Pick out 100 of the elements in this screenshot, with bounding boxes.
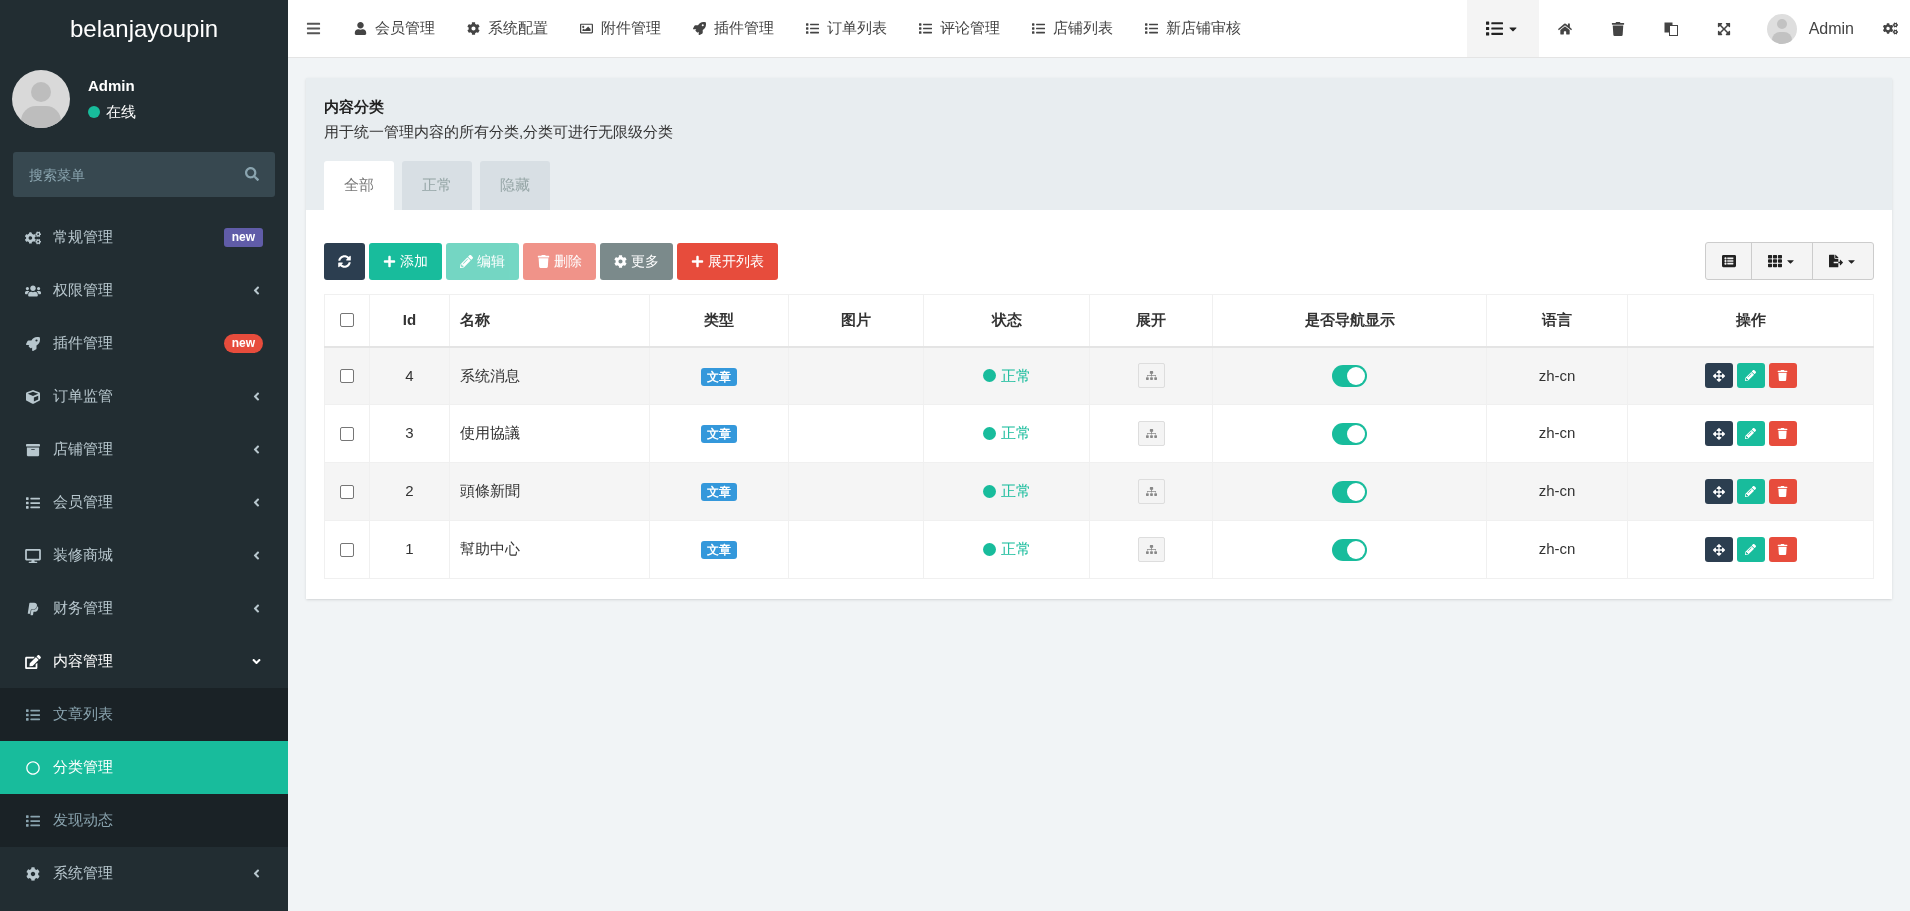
gear-icon xyxy=(467,22,480,35)
trash-icon xyxy=(1611,21,1626,36)
gear-icon xyxy=(25,866,41,881)
new-badge: new xyxy=(223,334,263,353)
drag-button[interactable] xyxy=(1704,479,1733,504)
delete-row-button[interactable] xyxy=(1768,421,1797,446)
checkbox[interactable] xyxy=(340,484,354,499)
sidebar-item[interactable]: 常规管理 new xyxy=(0,211,288,264)
table-cell: zh-cn xyxy=(1538,540,1576,558)
column-header: 展开 xyxy=(1136,311,1166,328)
trash-icon xyxy=(1777,428,1788,439)
users-icon xyxy=(25,283,41,298)
sitemap-icon xyxy=(1145,428,1157,439)
top-nav-link[interactable]: 会员管理 xyxy=(338,0,451,57)
pencil-icon xyxy=(1745,486,1756,497)
drag-button[interactable] xyxy=(1704,537,1733,562)
rocket-icon xyxy=(693,22,706,35)
delete-row-button[interactable] xyxy=(1768,363,1797,389)
nav-toggle-switch[interactable] xyxy=(1332,538,1367,561)
checkbox[interactable] xyxy=(340,368,354,383)
sidebar-item[interactable]: 插件管理 new xyxy=(0,317,288,370)
table-cell: 使用協議 xyxy=(460,424,520,442)
status-text: 正常 xyxy=(1000,365,1031,386)
new-badge: new xyxy=(223,228,263,247)
table-cell: 1 xyxy=(405,540,414,558)
top-nav-link[interactable]: 附件管理 xyxy=(564,0,677,57)
sidebar-item[interactable]: 权限管理 xyxy=(0,264,288,317)
user-icon xyxy=(354,22,367,35)
top-nav-link[interactable]: 订单列表 xyxy=(790,0,903,57)
trash-icon xyxy=(1777,370,1788,382)
cube-icon xyxy=(25,389,41,404)
list-icon xyxy=(25,707,41,722)
type-badge: 文章 xyxy=(701,367,737,386)
sidebar-item[interactable]: 财务管理 xyxy=(0,582,288,635)
column-header: 类型 xyxy=(704,311,734,328)
drag-button[interactable] xyxy=(1704,421,1733,446)
refresh-icon xyxy=(338,254,351,268)
move-icon xyxy=(1712,543,1725,556)
filter-tab[interactable]: 全部 xyxy=(324,161,394,210)
type-badge: 文章 xyxy=(701,483,737,502)
status-text: 正常 xyxy=(1000,539,1031,560)
move-icon xyxy=(1712,427,1725,440)
expand-button[interactable] xyxy=(1137,479,1165,504)
fullscreen-icon xyxy=(1717,21,1732,36)
expand-button[interactable] xyxy=(1137,421,1165,446)
search-field[interactable]: 搜索菜单 xyxy=(13,152,275,197)
checkbox[interactable] xyxy=(340,313,354,328)
pencil-icon xyxy=(1745,428,1756,439)
refresh-button[interactable] xyxy=(324,242,365,280)
top-nav-link[interactable]: 店铺列表 xyxy=(1016,0,1129,57)
top-nav-link[interactable]: 系统配置 xyxy=(451,0,564,57)
nav-toggle-switch[interactable] xyxy=(1332,480,1367,503)
submenu-item[interactable]: 发现动态 xyxy=(0,794,288,847)
rocket-icon xyxy=(25,336,41,351)
delete-row-button[interactable] xyxy=(1768,479,1797,504)
drag-button[interactable] xyxy=(1704,363,1733,389)
expand-button[interactable] xyxy=(1137,363,1165,389)
checkbox[interactable] xyxy=(340,542,354,557)
sidebar-item[interactable]: 系统管理 xyxy=(0,847,288,900)
sitemap-icon xyxy=(1145,544,1157,555)
column-header: 图片 xyxy=(841,311,871,328)
expand-list-button[interactable]: 展开列表 xyxy=(677,242,778,280)
more-button[interactable]: 更多 xyxy=(600,242,673,280)
user-status: 在线 xyxy=(106,102,136,122)
paypal-icon xyxy=(25,601,41,616)
table-icon xyxy=(1721,254,1736,268)
gear-icon xyxy=(614,254,627,268)
nav-toggle-switch[interactable] xyxy=(1332,422,1367,445)
plus-icon xyxy=(383,254,396,268)
submenu-item[interactable]: 文章列表 xyxy=(0,688,288,741)
search-icon[interactable] xyxy=(245,167,259,181)
sitemap-icon xyxy=(1145,370,1157,382)
sidebar-item[interactable]: 会员管理 xyxy=(0,476,288,529)
sidebar-item[interactable]: 订单监管 xyxy=(0,370,288,423)
column-header: 名称 xyxy=(460,311,490,328)
top-nav-link[interactable]: 插件管理 xyxy=(677,0,790,57)
image-icon xyxy=(580,22,593,35)
table-cell: 3 xyxy=(405,424,414,442)
avatar xyxy=(12,70,70,128)
table-cell: zh-cn xyxy=(1538,482,1576,500)
sidebar-item[interactable]: 内容管理 xyxy=(0,635,288,688)
checkbox[interactable] xyxy=(340,426,354,441)
nav-menu-button[interactable] xyxy=(1466,0,1539,57)
column-header: 操作 xyxy=(1735,311,1766,328)
table-cell: 2 xyxy=(405,482,414,500)
sidebar-item[interactable]: 店铺管理 xyxy=(0,423,288,476)
plus-icon xyxy=(691,254,704,268)
user-menu[interactable]: Admin xyxy=(1750,0,1870,57)
column-header: 语言 xyxy=(1542,311,1572,328)
settings-icon xyxy=(1882,21,1898,36)
column-header: Id xyxy=(402,311,417,328)
expand-button[interactable] xyxy=(1137,537,1165,562)
top-nav-link[interactable]: 评论管理 xyxy=(903,0,1016,57)
logo-text[interactable]: belanjayoupin xyxy=(69,11,219,47)
top-nav-link[interactable]: 新店铺审核 xyxy=(1129,0,1257,57)
status-text: 正常 xyxy=(1000,481,1031,502)
nav-toggle-switch[interactable] xyxy=(1332,364,1367,387)
list-icon xyxy=(25,495,41,510)
delete-row-button[interactable] xyxy=(1768,537,1797,562)
sidebar-item[interactable]: 装修商城 xyxy=(0,529,288,582)
